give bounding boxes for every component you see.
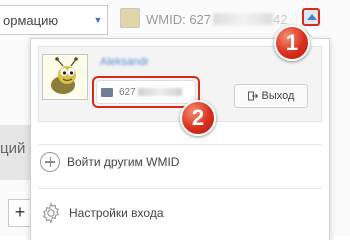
wmid-header-tail: 42	[273, 12, 288, 27]
account-name-link[interactable]: Aleksandr	[100, 56, 160, 68]
ant-logo-icon	[43, 55, 87, 99]
info-select-value: ормацию	[3, 12, 59, 28]
login-settings-item[interactable]: Настройки входа	[40, 202, 164, 224]
add-circle-icon	[40, 152, 60, 172]
wmid-header-text: WMID: 627	[146, 12, 212, 27]
logout-label: Выход	[261, 90, 295, 102]
chevron-down-icon: ▼	[93, 15, 103, 25]
page-side-text: ций	[0, 140, 26, 157]
wmid-blurred-digits	[213, 13, 274, 25]
info-select[interactable]: ормацию ▼	[0, 5, 108, 35]
logout-icon	[247, 91, 258, 101]
gear-icon	[42, 202, 60, 224]
menu-divider	[38, 188, 322, 189]
chevron-up-icon	[307, 14, 317, 20]
add-button[interactable]: +	[8, 199, 32, 227]
avatar[interactable]	[120, 8, 140, 28]
wallet-highlight-frame	[92, 76, 200, 108]
wmid-header-label: WMID: 627 42	[146, 12, 287, 27]
logout-button[interactable]: Выход	[234, 84, 308, 108]
step-1-callout: 1	[274, 25, 310, 61]
account-menu-toggle-button[interactable]	[302, 8, 320, 26]
login-other-wmid-item[interactable]: Войти другим WMID	[40, 152, 179, 172]
account-avatar	[42, 54, 88, 100]
login-settings-label: Настройки входа	[69, 206, 164, 220]
step-2-callout: 2	[180, 100, 216, 136]
menu-divider	[38, 144, 322, 145]
login-other-wmid-label: Войти другим WMID	[67, 155, 180, 169]
